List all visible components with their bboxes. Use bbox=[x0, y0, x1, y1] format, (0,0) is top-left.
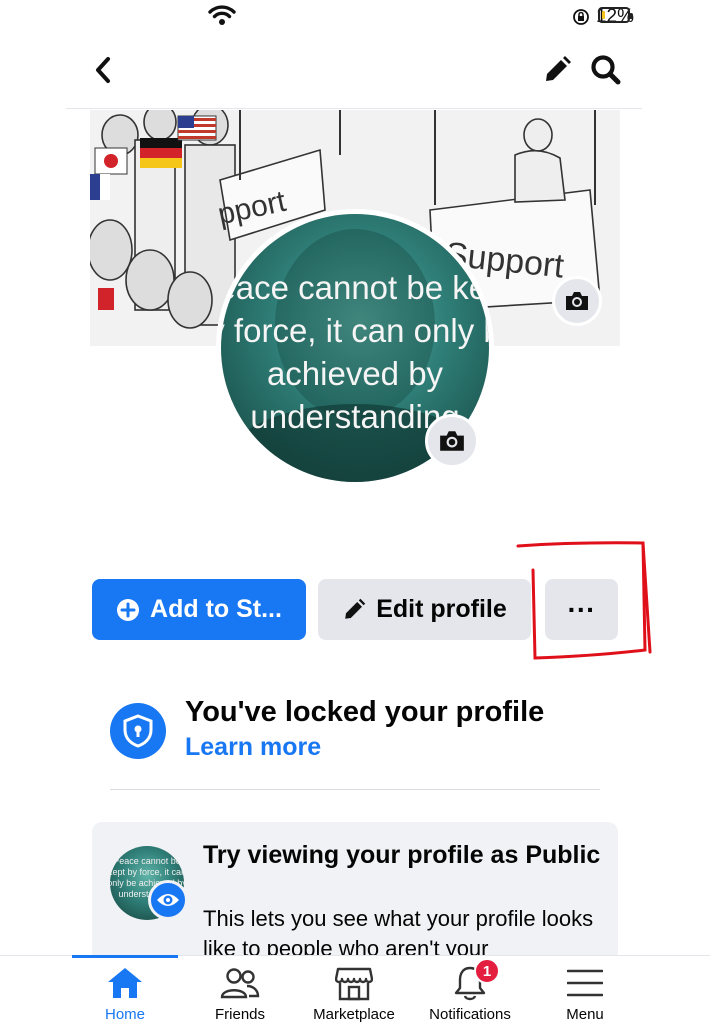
profile-quote: Peace cannot be kept by force, it can on… bbox=[221, 269, 489, 435]
top-nav bbox=[0, 40, 710, 110]
cover-camera-button[interactable] bbox=[552, 276, 602, 326]
home-icon bbox=[105, 964, 145, 1002]
pencil-icon bbox=[546, 56, 571, 81]
tab-friends-label: Friends bbox=[214, 1006, 266, 1023]
locked-title: You've locked your profile bbox=[185, 696, 545, 728]
tab-menu-label: Menu bbox=[566, 1006, 604, 1023]
eye-icon bbox=[148, 880, 188, 920]
pencil-icon bbox=[342, 598, 366, 622]
search-button[interactable] bbox=[588, 52, 624, 88]
locked-profile-section: You've locked your profile Learn more bbox=[108, 693, 608, 783]
tab-home-label: Home bbox=[104, 1006, 145, 1023]
active-tab-indicator bbox=[72, 955, 178, 958]
battery-level bbox=[602, 11, 605, 19]
public-view-description: This lets you see what your profile look… bbox=[203, 906, 594, 961]
header-divider bbox=[66, 108, 642, 109]
edit-button[interactable] bbox=[539, 52, 575, 88]
shield-lock-icon bbox=[110, 703, 166, 759]
edit-profile-label: Edit profile bbox=[376, 595, 507, 623]
tab-notifications-label: Notifications bbox=[429, 1006, 511, 1023]
friends-icon bbox=[220, 964, 260, 1002]
profile-camera-button[interactable] bbox=[425, 414, 479, 468]
camera-icon bbox=[566, 292, 588, 310]
tab-menu[interactable]: Menu bbox=[525, 964, 645, 1023]
marketplace-icon bbox=[334, 964, 374, 1002]
red-highlight-annotation bbox=[516, 541, 652, 660]
edit-profile-button[interactable]: Edit profile bbox=[318, 579, 531, 640]
back-button[interactable] bbox=[85, 52, 121, 88]
plus-circle-icon bbox=[116, 598, 140, 622]
wifi-icon bbox=[208, 5, 236, 25]
tab-marketplace-label: Marketplace bbox=[313, 1006, 395, 1023]
profile-page: 12% pport Support eace cannot be ke forc… bbox=[0, 0, 710, 1024]
public-view-title: Try viewing your profile as Public bbox=[203, 841, 601, 869]
tab-marketplace[interactable]: Marketplace bbox=[294, 964, 414, 1023]
add-to-story-label: Add to St... bbox=[150, 595, 282, 623]
add-to-story-button[interactable]: Add to St... bbox=[92, 579, 306, 640]
section-divider bbox=[110, 789, 600, 790]
camera-icon bbox=[440, 431, 464, 451]
battery-icon bbox=[598, 7, 633, 23]
notification-badge: 1 bbox=[474, 958, 500, 984]
tab-notifications[interactable]: 1 Notifications bbox=[410, 958, 530, 1023]
bottom-tab-bar: Home Friends Marketplace 1 Notifications… bbox=[0, 955, 710, 1024]
learn-more-link[interactable]: Learn more bbox=[185, 733, 321, 762]
tab-home[interactable]: Home bbox=[65, 964, 185, 1023]
chevron-left-icon bbox=[96, 57, 110, 83]
status-bar: 12% bbox=[0, 0, 710, 34]
search-icon bbox=[591, 55, 621, 85]
bell-icon: 1 bbox=[450, 958, 500, 1002]
view-as-public-card[interactable]: Peace cannot be kept by force, it can on… bbox=[92, 822, 618, 962]
menu-icon bbox=[565, 964, 605, 1002]
tab-friends[interactable]: Friends bbox=[180, 964, 300, 1023]
rotation-lock-icon bbox=[573, 9, 589, 25]
